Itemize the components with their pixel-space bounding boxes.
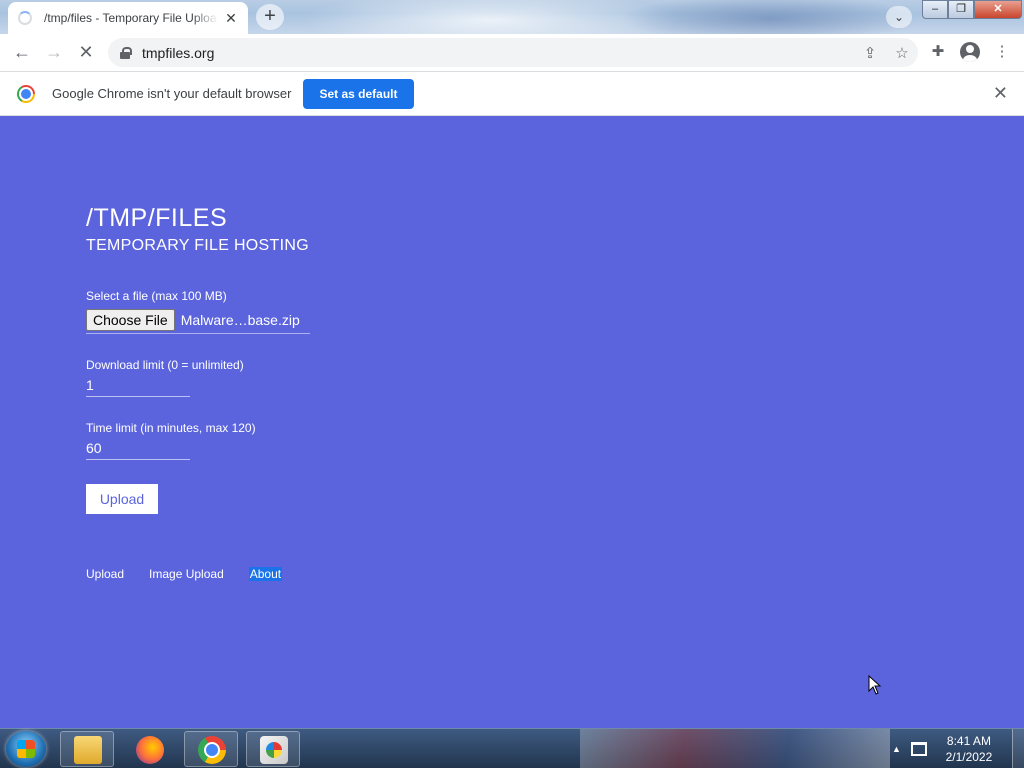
share-icon[interactable]: ⇪ bbox=[854, 44, 886, 62]
forward-button[interactable]: → bbox=[38, 37, 70, 69]
window-controls: ‒ ❐ ✕ bbox=[922, 0, 1022, 19]
firefox-icon bbox=[136, 736, 164, 764]
clock-time: 8:41 AM bbox=[946, 734, 991, 748]
extensions-puzzle-icon[interactable]: ✚ bbox=[922, 36, 954, 68]
browser-toolbar: ← → ✕ tmpfiles.org ⇪ ☆ ✚ ⋮ bbox=[0, 34, 1024, 71]
mouse-pointer-icon bbox=[868, 675, 882, 695]
footer-link-upload[interactable]: Upload bbox=[86, 567, 124, 581]
stop-loading-button[interactable]: ✕ bbox=[70, 37, 102, 69]
paint-icon bbox=[260, 736, 288, 764]
address-bar[interactable]: tmpfiles.org ⇪ ☆ bbox=[108, 38, 918, 67]
taskbar-chrome[interactable] bbox=[184, 731, 238, 767]
back-button[interactable]: ← bbox=[6, 37, 38, 69]
page-subtitle: TEMPORARY FILE HOSTING bbox=[86, 237, 309, 254]
tab-close-button[interactable]: ✕ bbox=[222, 10, 240, 27]
time-limit-input[interactable]: 60 bbox=[86, 438, 190, 460]
choose-file-button[interactable]: Choose File bbox=[86, 309, 175, 331]
profile-button[interactable] bbox=[954, 36, 986, 68]
infobar-message: Google Chrome isn't your default browser bbox=[52, 86, 292, 101]
start-button[interactable] bbox=[6, 731, 46, 767]
taskbar-firefox[interactable] bbox=[122, 731, 176, 767]
footer-link-image-upload[interactable]: Image Upload bbox=[149, 567, 224, 581]
minimize-button[interactable]: ‒ bbox=[922, 0, 948, 19]
chrome-icon bbox=[198, 736, 226, 764]
selected-file-name: Malware…base.zip bbox=[180, 312, 300, 328]
url-text[interactable]: tmpfiles.org bbox=[142, 45, 854, 61]
download-limit-input[interactable]: 1 bbox=[86, 375, 190, 397]
upload-button[interactable]: Upload bbox=[86, 484, 158, 514]
clock-date: 2/1/2022 bbox=[945, 750, 993, 764]
avatar-icon bbox=[960, 42, 980, 62]
show-hidden-icons-icon[interactable]: ▲ bbox=[892, 744, 901, 754]
taskbar-wallpaper-decoration bbox=[580, 729, 890, 768]
restore-button[interactable]: ❐ bbox=[948, 0, 974, 19]
browser-title-bar: /tmp/files - Temporary File Upload ✕ + ⌄… bbox=[0, 0, 1024, 34]
arrow-right-icon: → bbox=[45, 42, 63, 62]
new-tab-button[interactable]: + bbox=[256, 4, 284, 30]
chevron-down-icon: ⌄ bbox=[893, 10, 905, 24]
folder-icon bbox=[74, 736, 102, 764]
arrow-left-icon: ← bbox=[13, 42, 31, 62]
system-tray: ▲ 8:41 AM 2/1/2022 bbox=[892, 729, 1001, 768]
download-limit-label: Download limit (0 = unlimited) bbox=[86, 358, 244, 372]
background-decoration bbox=[620, 0, 920, 34]
default-browser-infobar: Google Chrome isn't your default browser… bbox=[0, 71, 1024, 116]
close-window-button[interactable]: ✕ bbox=[974, 0, 1022, 19]
taskbar-explorer[interactable] bbox=[60, 731, 114, 767]
taskbar-paint[interactable] bbox=[246, 731, 300, 767]
menu-kebab-icon[interactable]: ⋮ bbox=[986, 36, 1018, 68]
page-title: /TMP/FILES bbox=[86, 204, 228, 232]
page-content: /TMP/FILES TEMPORARY FILE HOSTING Select… bbox=[0, 116, 1024, 728]
browser-tab[interactable]: /tmp/files - Temporary File Upload ✕ bbox=[8, 2, 248, 34]
infobar-close-button[interactable]: ✕ bbox=[993, 83, 1008, 104]
toolbar-right: ✚ ⋮ bbox=[922, 36, 1018, 68]
set-as-default-button[interactable]: Set as default bbox=[303, 78, 414, 109]
file-label: Select a file (max 100 MB) bbox=[86, 289, 227, 303]
chrome-logo-icon bbox=[17, 84, 35, 103]
loading-spinner-icon bbox=[18, 11, 32, 25]
footer-link-about[interactable]: About bbox=[248, 567, 283, 581]
footer-nav: Upload Image Upload About bbox=[86, 567, 307, 581]
bookmark-star-icon[interactable]: ☆ bbox=[886, 44, 918, 62]
time-limit-label: Time limit (in minutes, max 120) bbox=[86, 421, 256, 435]
tab-title: /tmp/files - Temporary File Upload bbox=[44, 11, 218, 25]
network-icon[interactable] bbox=[910, 742, 927, 756]
show-desktop-button[interactable] bbox=[1012, 729, 1024, 768]
clock[interactable]: 8:41 AM 2/1/2022 bbox=[937, 733, 1001, 765]
close-icon: ✕ bbox=[78, 42, 94, 62]
file-input[interactable]: Choose File Malware…base.zip bbox=[86, 307, 310, 334]
tab-search-button[interactable]: ⌄ bbox=[886, 6, 912, 28]
windows-taskbar: ▲ 8:41 AM 2/1/2022 bbox=[0, 728, 1024, 768]
lock-icon bbox=[120, 46, 132, 59]
